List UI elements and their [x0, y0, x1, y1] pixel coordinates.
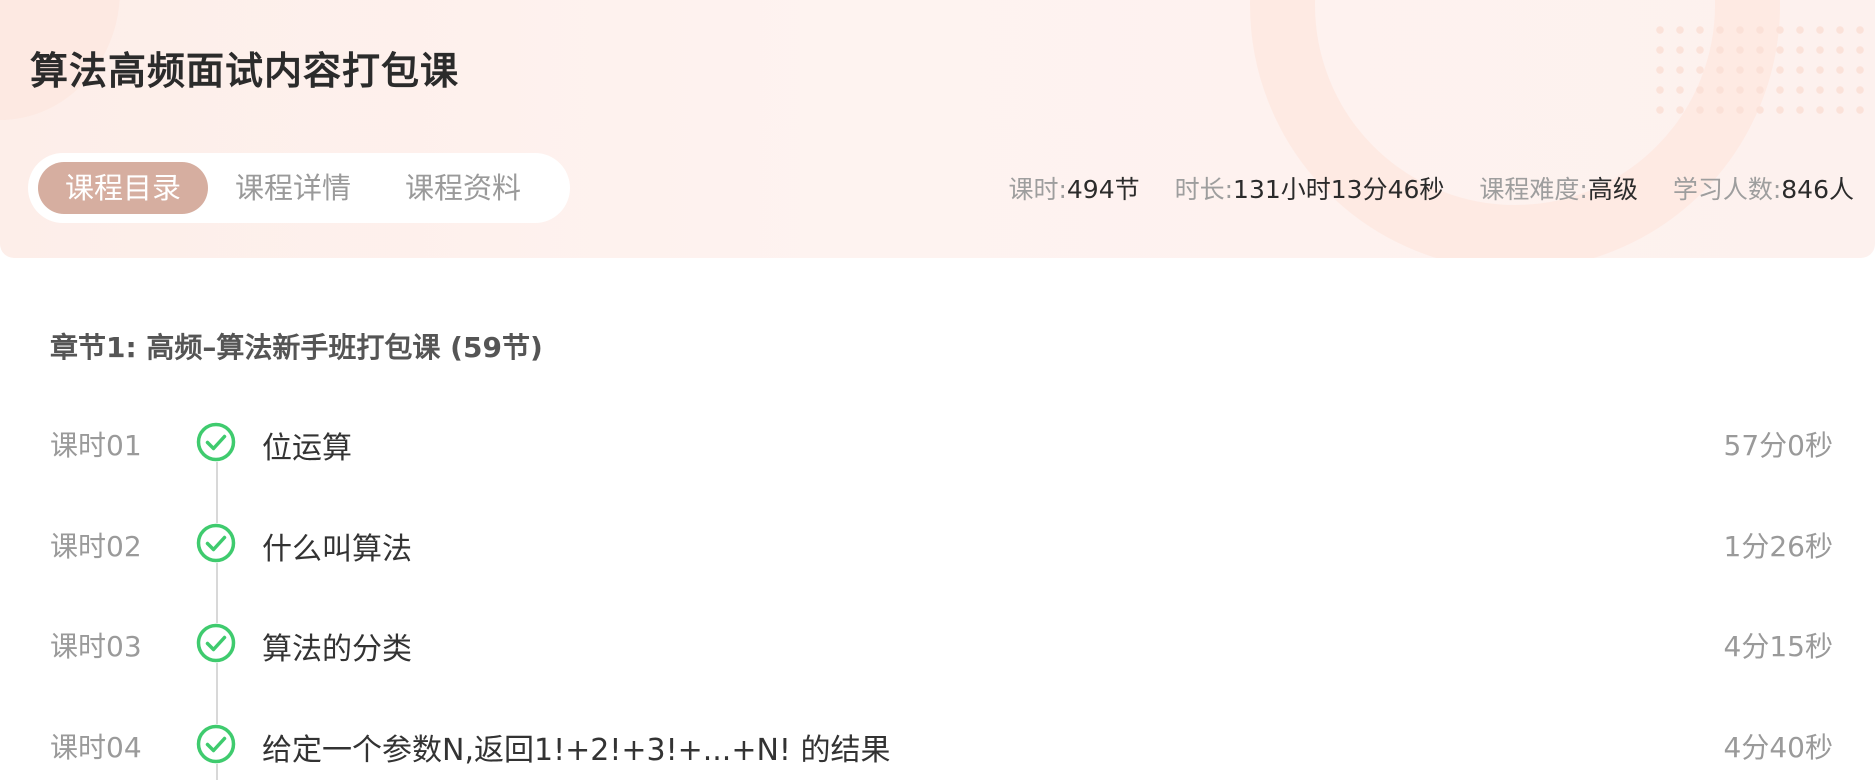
lesson-index: 课时01 [50, 429, 142, 462]
lesson-item[interactable]: 课时01 位运算 57分0秒 [0, 412, 1875, 472]
lesson-duration: 1分26秒 [1723, 530, 1833, 563]
lesson-duration: 4分40秒 [1723, 731, 1833, 764]
check-circle-icon [196, 724, 236, 764]
tab-catalog[interactable]: 课程目录 [38, 162, 209, 214]
stat-duration-value: 131小时13分46秒 [1233, 175, 1445, 204]
check-circle-icon [196, 623, 236, 663]
stat-learners-label: 学习人数: [1672, 175, 1782, 204]
course-title: 算法高频面试内容打包课 [30, 49, 460, 93]
lesson-title: 给定一个参数N,返回1!+2!+3!+...+N! 的结果 [262, 733, 891, 768]
lesson-duration: 57分0秒 [1723, 429, 1833, 462]
stat-difficulty-label: 课程难度: [1479, 175, 1588, 204]
tab-materials[interactable]: 课程资料 [378, 162, 548, 214]
lesson-title: 位运算 [262, 431, 352, 466]
decorative-dot-pattern [1650, 20, 1875, 120]
lesson-item[interactable]: 课时04 给定一个参数N,返回1!+2!+3!+...+N! 的结果 4分40秒 [0, 714, 1875, 774]
tab-details[interactable]: 课程详情 [208, 162, 378, 214]
check-circle-icon [196, 523, 236, 563]
lesson-index: 课时02 [50, 530, 142, 563]
stat-difficulty: 课程难度:高级 [1479, 170, 1637, 206]
stat-lessons-label: 课时: [1008, 175, 1067, 204]
course-header: 算法高频面试内容打包课 课程目录 课程详情 课程资料 课时:494节 时长:13… [0, 0, 1875, 258]
check-circle-icon [196, 422, 236, 462]
stat-duration: 时长:131小时13分46秒 [1175, 170, 1445, 206]
lesson-item[interactable]: 课时03 算法的分类 4分15秒 [0, 613, 1875, 673]
course-tabs: 课程目录 课程详情 课程资料 [28, 153, 570, 223]
lesson-duration: 4分15秒 [1723, 630, 1833, 663]
lesson-item[interactable]: 课时02 什么叫算法 1分26秒 [0, 513, 1875, 573]
course-stats: 课时:494节 时长:131小时13分46秒 课程难度:高级 学习人数:846人 [973, 170, 1854, 206]
stat-lessons: 课时:494节 [1008, 170, 1139, 206]
stat-duration-label: 时长: [1174, 175, 1234, 204]
lesson-index: 课时04 [50, 731, 142, 764]
stat-lessons-value: 494节 [1066, 175, 1140, 204]
lesson-title: 算法的分类 [262, 632, 412, 667]
lesson-index: 课时03 [50, 630, 142, 663]
chapter-title[interactable]: 章节1: 高频–算法新手班打包课 (59节) [50, 326, 543, 366]
stat-learners: 学习人数:846人 [1673, 170, 1854, 206]
stat-difficulty-value: 高级 [1587, 175, 1638, 204]
lesson-title: 什么叫算法 [262, 532, 412, 567]
stat-learners-value: 846人 [1781, 175, 1854, 204]
